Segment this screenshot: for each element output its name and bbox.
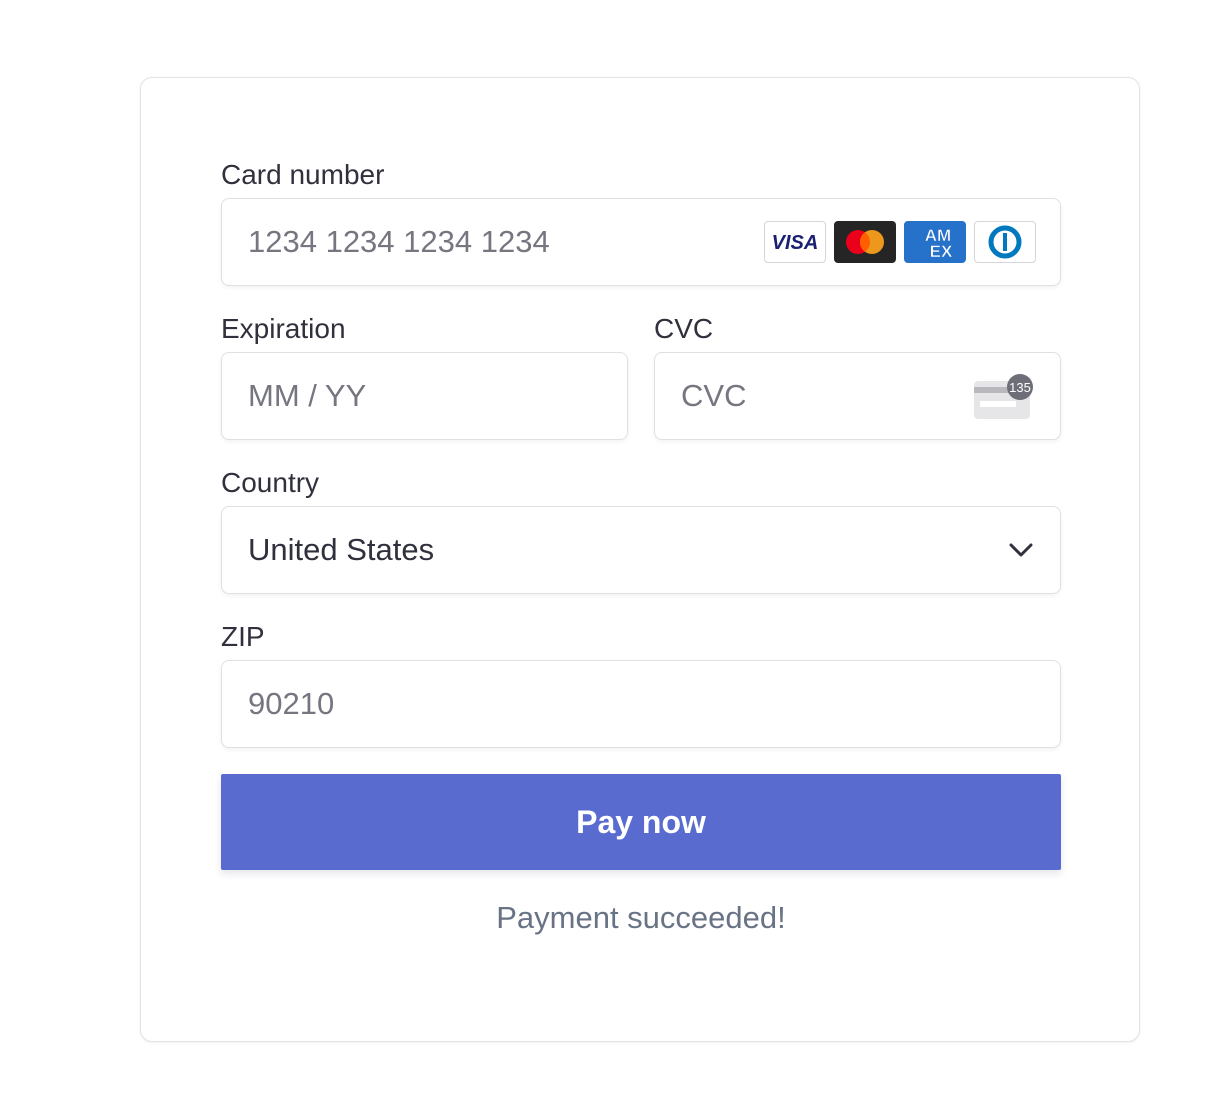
country-group: Country United States bbox=[221, 466, 1061, 594]
card-number-group: Card number VISA bbox=[221, 158, 1061, 286]
expiration-input[interactable] bbox=[222, 353, 627, 439]
country-select[interactable]: United States bbox=[221, 506, 1061, 594]
zip-field bbox=[221, 660, 1061, 748]
card-number-field: VISA AM EX bbox=[221, 198, 1061, 286]
card-number-label: Card number bbox=[221, 159, 385, 190]
diners-icon bbox=[974, 221, 1036, 263]
zip-group: ZIP bbox=[221, 620, 1061, 748]
payment-status-message: Payment succeeded! bbox=[496, 900, 786, 935]
expiration-group: Expiration bbox=[221, 312, 628, 440]
country-label: Country bbox=[221, 467, 320, 498]
card-brands: VISA AM EX bbox=[764, 221, 1036, 263]
cvc-field: 135 bbox=[654, 352, 1061, 440]
expiration-field bbox=[221, 352, 628, 440]
country-value: United States bbox=[248, 532, 435, 567]
svg-text:EX: EX bbox=[930, 242, 953, 261]
mastercard-icon bbox=[834, 221, 896, 263]
expiry-cvc-row: Expiration CVC 135 bbox=[221, 312, 1061, 466]
visa-icon: VISA bbox=[764, 221, 826, 263]
cvc-badge-text: 135 bbox=[1009, 380, 1031, 395]
payment-card: Card number VISA bbox=[140, 77, 1140, 1042]
cvc-group: CVC 135 bbox=[654, 312, 1061, 440]
expiration-label: Expiration bbox=[221, 313, 346, 344]
zip-label: ZIP bbox=[221, 621, 265, 652]
chevron-down-icon bbox=[1006, 537, 1036, 568]
amex-icon: AM EX bbox=[904, 221, 966, 263]
payment-form: Card number VISA bbox=[221, 158, 1061, 936]
pay-now-button[interactable]: Pay now bbox=[221, 774, 1061, 870]
svg-text:VISA: VISA bbox=[772, 232, 819, 253]
cvc-label: CVC bbox=[654, 313, 714, 344]
zip-input[interactable] bbox=[222, 661, 1060, 747]
cvc-card-icon: 135 bbox=[972, 373, 1034, 426]
